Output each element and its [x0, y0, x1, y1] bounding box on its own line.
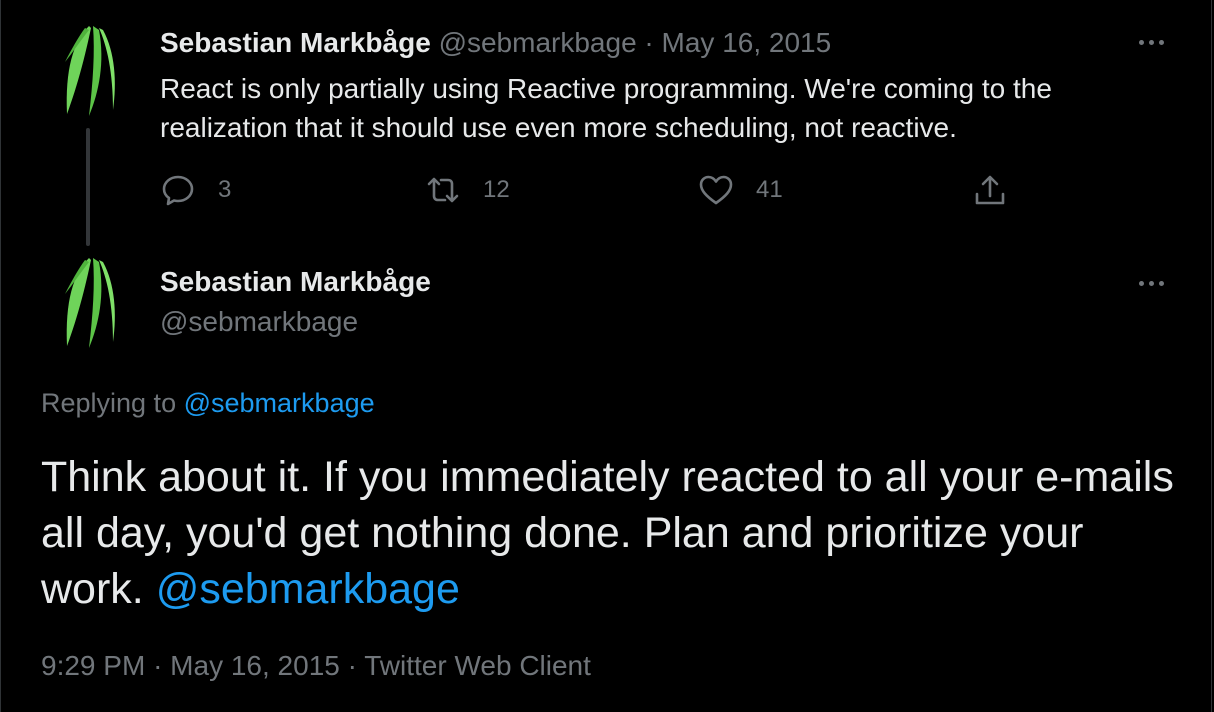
green-leaf-avatar-icon[interactable] [59, 254, 117, 350]
replying-to-label: Replying to [41, 388, 177, 418]
tweet2-time[interactable]: 9:29 PM [41, 650, 145, 681]
retweet-icon [427, 177, 459, 203]
retweet-button[interactable]: 12 [425, 172, 510, 208]
tweet1-text: React is only partially using Reactive p… [160, 73, 1052, 143]
tweet1-more-options-icon[interactable] [1139, 36, 1169, 48]
tweet2-meta-separator: · [347, 650, 357, 681]
tweet2-date[interactable]: May 16, 2015 [170, 650, 340, 681]
tweet2-more-options-icon[interactable] [1139, 277, 1169, 289]
green-leaf-avatar-icon[interactable] [59, 22, 117, 118]
replying-to-handle-link[interactable]: @sebmarkbage [184, 388, 375, 418]
tweet1-header: Sebastian Markbåge @sebmarkbage · May 16… [160, 26, 831, 60]
share-icon [975, 175, 1005, 205]
share-button[interactable] [972, 172, 1008, 208]
tweet2-author-name[interactable]: Sebastian Markbåge [160, 266, 431, 298]
replying-to-line: Replying to @sebmarkbage [41, 388, 375, 419]
like-icon [699, 175, 733, 205]
tweet2-meta: 9:29 PM · May 16, 2015 · Twitter Web Cli… [41, 650, 591, 682]
thread-connector-line [86, 128, 90, 246]
tweet1-handle[interactable]: @sebmarkbage [439, 27, 637, 58]
tweet1-date[interactable]: May 16, 2015 [662, 27, 832, 58]
reply-count: 3 [218, 176, 232, 203]
tweet2-client[interactable]: Twitter Web Client [364, 650, 591, 681]
tweet1-separator: · [644, 27, 654, 58]
like-count: 41 [756, 176, 783, 203]
tweet-thread-container: Sebastian Markbåge @sebmarkbage · May 16… [0, 0, 1212, 712]
like-button[interactable]: 41 [698, 172, 783, 208]
tweet1-author-name[interactable]: Sebastian Markbåge [160, 27, 431, 58]
tweet2-handle[interactable]: @sebmarkbage [160, 306, 358, 338]
tweet2-text-block: Think about it. If you immediately react… [41, 449, 1181, 617]
tweet2-mention-link[interactable]: @sebmarkbage [156, 565, 460, 613]
retweet-count: 12 [483, 176, 510, 203]
tweet2-meta-separator: · [153, 650, 163, 681]
reply-icon [162, 175, 194, 206]
reply-button[interactable]: 3 [160, 172, 231, 208]
